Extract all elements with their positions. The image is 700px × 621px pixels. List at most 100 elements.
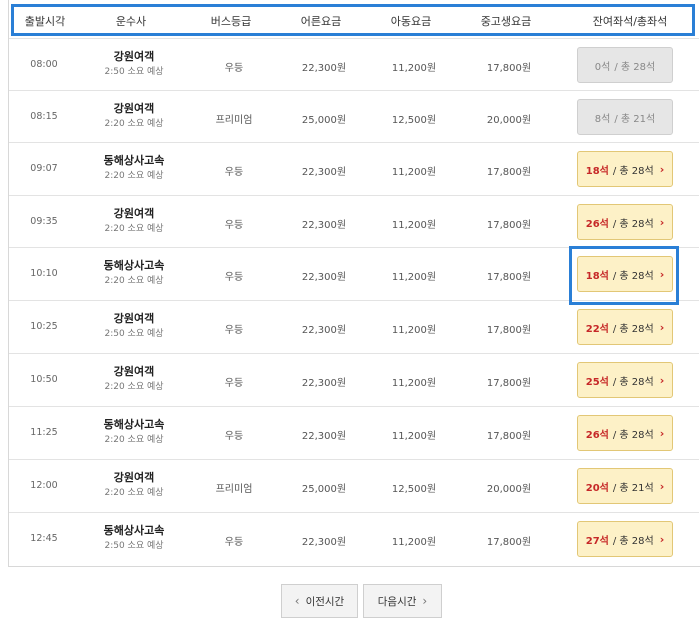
total-seats: / 총 21석	[612, 482, 654, 494]
table-row: 09:35 강원여객 2:20 소요 예상 우등 22,300원 11,200원 17,80…	[9, 195, 699, 247]
seat-select-button: 8석 / 총 21석	[577, 99, 673, 135]
bus-grade: 우등	[224, 537, 244, 548]
selected-seat-highlight	[569, 246, 679, 305]
table-row: 10:50 강원여객 2:20 소요 예상 우등 22,300원 11,200원 17,80…	[9, 353, 699, 405]
remaining-seats: 18석	[585, 165, 609, 177]
adult-fare: 22,300원	[301, 167, 347, 178]
remaining-seats: 26석	[585, 429, 609, 441]
child-fare: 11,200원	[391, 537, 437, 548]
duration-estimate: 2:20 소요 예상	[104, 488, 164, 498]
next-time-button[interactable]: 다음시간 ›	[363, 584, 442, 618]
chevron-right-icon: ›	[659, 162, 665, 176]
child-fare: 11,200원	[391, 431, 437, 442]
seat-select-button[interactable]: 26석 / 총 28석 ›	[577, 204, 673, 240]
table-row: 08:00 강원여객 2:50 소요 예상 우등 22,300원 11,200원 17,80…	[9, 38, 699, 90]
child-fare: 12,500원	[391, 115, 437, 126]
duration-estimate: 2:20 소요 예상	[104, 224, 164, 234]
student-fare: 17,800원	[486, 378, 532, 389]
company-name: 강원여객	[113, 365, 155, 378]
child-fare: 12,500원	[391, 484, 437, 495]
student-fare: 17,800원	[486, 325, 532, 336]
bus-grade: 우등	[224, 220, 244, 231]
student-fare: 20,000원	[486, 484, 532, 495]
total-seats: / 총 28석	[612, 376, 654, 388]
bus-grade: 프리미엄	[215, 484, 253, 495]
adult-fare: 22,300원	[301, 63, 347, 74]
bus-grade: 우등	[224, 272, 244, 283]
student-fare: 17,800원	[486, 63, 532, 74]
table-row: 12:00 강원여객 2:20 소요 예상 프리미엄 25,000원 12,500원 20,…	[9, 459, 699, 511]
seat-select-button[interactable]: 22석 / 총 28석 ›	[577, 309, 673, 345]
departure-time: 08:15	[30, 111, 58, 122]
bus-grade: 우등	[224, 167, 244, 178]
child-fare: 11,200원	[391, 325, 437, 336]
total-seats: / 총 28석	[612, 218, 654, 230]
chevron-right-icon: ›	[659, 320, 665, 334]
duration-estimate: 2:50 소요 예상	[104, 67, 164, 77]
bus-grade: 우등	[224, 378, 244, 389]
chevron-right-icon: ›	[659, 426, 665, 440]
student-fare: 17,800원	[486, 272, 532, 283]
table-row: 11:25 동해상사고속 2:20 소요 예상 우등 22,300원 11,200원 17,…	[9, 406, 699, 458]
departure-time: 10:10	[30, 268, 58, 279]
departure-time: 10:50	[30, 374, 58, 385]
seat-select-button[interactable]: 18석 / 총 28석 ›	[577, 151, 673, 187]
child-fare: 11,200원	[391, 63, 437, 74]
header-adult-fare: 어른요금	[300, 15, 342, 28]
bus-grade: 우등	[224, 63, 244, 74]
child-fare: 11,200원	[391, 220, 437, 231]
company-name: 강원여객	[113, 312, 155, 325]
prev-time-label: 이전시간	[305, 595, 345, 608]
prev-time-button[interactable]: ‹ 이전시간	[281, 584, 358, 618]
table-row: 10:25 강원여객 2:50 소요 예상 우등 22,300원 11,200원 17,80…	[9, 300, 699, 352]
remaining-seats: 0석	[594, 61, 611, 73]
remaining-seats: 26석	[585, 218, 609, 230]
header-company: 운수사	[115, 15, 147, 28]
duration-estimate: 2:20 소요 예상	[104, 119, 164, 129]
departure-time: 12:45	[30, 533, 58, 544]
company-name: 강원여객	[113, 207, 155, 220]
adult-fare: 22,300원	[301, 431, 347, 442]
departure-time: 08:00	[30, 59, 58, 70]
duration-estimate: 2:20 소요 예상	[104, 276, 164, 286]
total-seats: / 총 21석	[614, 113, 656, 125]
company-name: 동해상사고속	[103, 524, 165, 537]
adult-fare: 22,300원	[301, 220, 347, 231]
remaining-seats: 20석	[585, 482, 609, 494]
departure-time: 09:07	[30, 163, 58, 174]
bus-grade: 프리미엄	[215, 115, 253, 126]
duration-estimate: 2:20 소요 예상	[104, 171, 164, 181]
duration-estimate: 2:50 소요 예상	[104, 329, 164, 339]
adult-fare: 22,300원	[301, 272, 347, 283]
bus-grade: 우등	[224, 431, 244, 442]
table-row: 08:15 강원여객 2:20 소요 예상 프리미엄 25,000원 12,500원 20,…	[9, 90, 699, 142]
total-seats: / 총 28석	[612, 323, 654, 335]
student-fare: 17,800원	[486, 431, 532, 442]
bus-grade: 우등	[224, 325, 244, 336]
header-seats: 잔여좌석/총좌석	[592, 15, 668, 28]
departure-time: 10:25	[30, 321, 58, 332]
student-fare: 17,800원	[486, 167, 532, 178]
company-name: 동해상사고속	[103, 259, 165, 272]
adult-fare: 25,000원	[301, 484, 347, 495]
seat-select-button[interactable]: 26석 / 총 28석 ›	[577, 415, 673, 451]
chevron-right-icon: ›	[659, 215, 665, 229]
table-row: 09:07 동해상사고속 2:20 소요 예상 우등 22,300원 11,200원 17,…	[9, 142, 699, 194]
seat-select-button[interactable]: 27석 / 총 28석 ›	[577, 521, 673, 557]
departure-time: 09:35	[30, 216, 58, 227]
child-fare: 11,200원	[391, 272, 437, 283]
seat-select-button[interactable]: 25석 / 총 28석 ›	[577, 362, 673, 398]
student-fare: 20,000원	[486, 115, 532, 126]
departure-time: 11:25	[30, 427, 58, 438]
chevron-right-icon: ›	[659, 479, 665, 493]
student-fare: 17,800원	[486, 220, 532, 231]
header-bus-grade: 버스등급	[210, 15, 252, 28]
chevron-left-icon: ‹	[294, 594, 300, 608]
child-fare: 11,200원	[391, 378, 437, 389]
seat-select-button[interactable]: 20석 / 총 21석 ›	[577, 468, 673, 504]
header-student-fare: 중고생요금	[480, 15, 532, 28]
adult-fare: 22,300원	[301, 537, 347, 548]
next-time-label: 다음시간	[377, 595, 417, 608]
adult-fare: 25,000원	[301, 115, 347, 126]
company-name: 강원여객	[113, 50, 155, 63]
